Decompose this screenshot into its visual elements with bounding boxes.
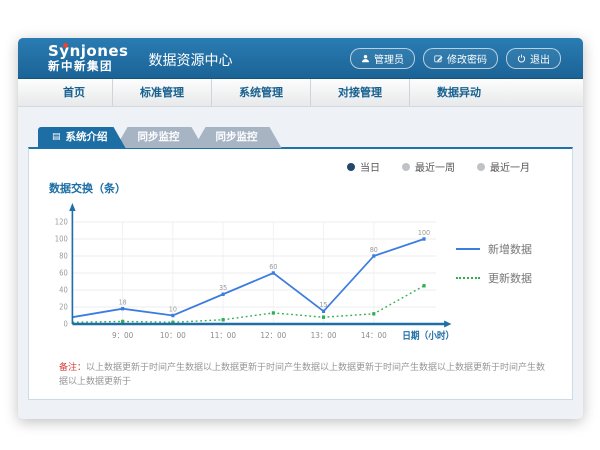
legend-item-updated-data: 更新数据	[456, 270, 572, 286]
svg-text:15: 15	[320, 301, 328, 309]
form-icon: ▤	[52, 133, 61, 142]
tab-system-intro[interactable]: ▤ 系统介绍	[38, 127, 126, 148]
svg-text:0: 0	[63, 319, 68, 328]
nav-item-data-change[interactable]: 数据异动	[410, 79, 508, 106]
svg-text:120: 120	[55, 217, 68, 226]
app-title: 数据资源中心	[149, 50, 233, 70]
radio-icon	[402, 163, 410, 171]
filter-last-week[interactable]: 最近一周	[402, 159, 455, 174]
svg-text:80: 80	[59, 251, 68, 260]
main-nav: 首页 标准管理 系统管理 对接管理 数据异动	[18, 79, 583, 107]
tab-sync-monitor-2[interactable]: 同步监控	[194, 127, 282, 148]
svg-text:35: 35	[219, 284, 227, 292]
svg-text:14：00: 14：00	[361, 331, 387, 340]
tab-sync-monitor-1[interactable]: 同步监控	[116, 127, 204, 148]
solid-line-sample-icon	[456, 248, 480, 250]
legend-item-new-data: 新增数据	[456, 241, 572, 257]
power-icon	[517, 54, 526, 63]
nav-item-system-mgmt[interactable]: 系统管理	[212, 79, 311, 106]
svg-text:11：00: 11：00	[210, 331, 236, 340]
logo-brand: Synjones	[48, 44, 129, 60]
note-text: 以上数据更新于时间产生数据以上数据更新于时间产生数据以上数据更新于时间产生数据以…	[59, 363, 545, 387]
svg-text:100: 100	[418, 229, 430, 237]
svg-text:10：00: 10：00	[160, 331, 186, 340]
nav-item-standard-mgmt[interactable]: 标准管理	[113, 79, 212, 106]
logout-button[interactable]: 退出	[506, 48, 561, 69]
filter-last-month[interactable]: 最近一月	[477, 159, 530, 174]
svg-text:40: 40	[59, 285, 68, 294]
range-filter-group: 当日 最近一周 最近一月	[29, 149, 572, 174]
svg-text:20: 20	[59, 302, 68, 311]
svg-text:10: 10	[169, 305, 177, 313]
svg-text:9：00: 9：00	[112, 331, 133, 340]
svg-text:60: 60	[59, 268, 68, 277]
y-axis-label: 数据交换（条）	[49, 180, 572, 196]
svg-text:60: 60	[269, 263, 277, 271]
change-password-button[interactable]: 修改密码	[423, 48, 498, 69]
note-label: 备注：	[59, 363, 86, 373]
svg-text:13：00: 13：00	[311, 331, 337, 340]
logo-company: 新中新集团	[48, 60, 129, 72]
svg-text:80: 80	[370, 246, 378, 254]
svg-text:12：00: 12：00	[260, 331, 286, 340]
logo: Synjones 新中新集团	[48, 44, 129, 72]
header: Synjones 新中新集团 数据资源中心 管理员 修改密码 退出	[18, 38, 583, 79]
app-window: Synjones 新中新集团 数据资源中心 管理员 修改密码 退出 首页 标准管…	[18, 38, 583, 419]
nav-item-interface-mgmt[interactable]: 对接管理	[311, 79, 410, 106]
edit-icon	[434, 54, 443, 63]
radio-selected-icon	[347, 163, 355, 171]
svg-text:18: 18	[119, 298, 127, 306]
content-area: ▤ 系统介绍 同步监控 同步监控 当日 最近一周	[18, 107, 583, 400]
series-legend: 新增数据 更新数据	[456, 196, 572, 348]
dotted-line-sample-icon	[456, 277, 480, 279]
tab-bar: ▤ 系统介绍 同步监控 同步监控	[38, 127, 573, 148]
line-chart: 18 10 35 60 15 80 100 0 20 40 60 80 100 120 9：00 10：00 1…	[45, 196, 456, 348]
filter-today[interactable]: 当日	[347, 159, 380, 174]
chart-row: 18 10 35 60 15 80 100 0 20 40 60 80 100 120 9：00 10：00 1…	[29, 196, 572, 348]
chart-card: 当日 最近一周 最近一月 数据交换（条） 18 10 35 60 15 80 100 0 20 4…	[28, 147, 573, 400]
nav-item-home[interactable]: 首页	[36, 79, 113, 106]
user-icon	[361, 54, 370, 63]
admin-user-button[interactable]: 管理员	[350, 48, 415, 69]
footer-note: 备注：以上数据更新于时间产生数据以上数据更新于时间产生数据以上数据更新于时间产生…	[59, 362, 546, 389]
svg-text:日期（小时）: 日期（小时）	[402, 330, 454, 343]
radio-icon	[477, 163, 485, 171]
svg-text:100: 100	[55, 234, 68, 243]
header-actions: 管理员 修改密码 退出	[350, 48, 561, 69]
